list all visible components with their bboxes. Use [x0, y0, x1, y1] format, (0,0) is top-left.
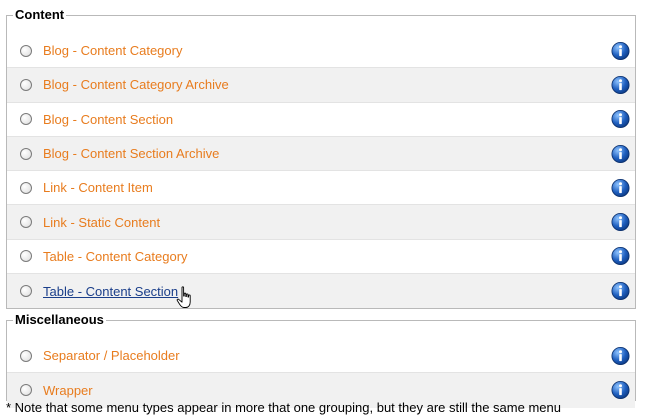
list-item-table-content-category[interactable]: Table - Content Category	[7, 239, 635, 275]
info-icon[interactable]	[611, 213, 630, 232]
list-item-separator-placeholder[interactable]: Separator / Placeholder	[7, 339, 635, 374]
info-icon[interactable]	[611, 144, 630, 163]
menu-type-link[interactable]: Wrapper	[43, 383, 93, 398]
content-group-legend: Content	[15, 7, 65, 22]
info-icon[interactable]	[611, 110, 630, 129]
list-item-blog-content-section[interactable]: Blog - Content Section	[7, 102, 635, 137]
list-item-table-content-section[interactable]: Table - Content Section	[7, 274, 635, 309]
menu-type-link[interactable]: Blog - Content Category	[43, 43, 182, 58]
radio-table-content-section[interactable]	[20, 285, 32, 298]
miscellaneous-group: Miscellaneous Separator / Placeholder Wr…	[6, 312, 636, 408]
menu-type-link[interactable]: Link - Static Content	[43, 215, 160, 230]
menu-type-link-hovered[interactable]: Table - Content Section	[43, 284, 178, 299]
info-icon[interactable]	[611, 41, 630, 60]
menu-type-link[interactable]: Blog - Content Section Archive	[43, 146, 219, 161]
menu-type-link[interactable]: Separator / Placeholder	[43, 348, 180, 363]
content-group: Content Blog - Content Category Blog - C…	[6, 8, 636, 309]
footnote: * Note that some menu types appear in mo…	[6, 400, 561, 415]
info-icon[interactable]	[611, 247, 630, 266]
list-item-blog-content-category-archive[interactable]: Blog - Content Category Archive	[7, 68, 635, 103]
menu-type-link[interactable]: Blog - Content Section	[43, 112, 173, 127]
info-icon[interactable]	[611, 282, 630, 301]
menu-type-link[interactable]: Link - Content Item	[43, 180, 153, 195]
radio-blog-content-section-archive[interactable]	[20, 147, 32, 160]
miscellaneous-group-list: Separator / Placeholder Wrapper	[7, 339, 635, 408]
miscellaneous-group-legend: Miscellaneous	[15, 312, 104, 327]
info-icon[interactable]	[611, 381, 630, 400]
menu-type-link[interactable]: Table - Content Category	[43, 249, 188, 264]
list-item-blog-content-category[interactable]: Blog - Content Category	[7, 34, 635, 69]
list-item-link-static-content[interactable]: Link - Static Content	[7, 205, 635, 240]
radio-blog-content-category-archive[interactable]	[20, 78, 32, 91]
menu-type-link[interactable]: Blog - Content Category Archive	[43, 77, 229, 92]
radio-link-static-content[interactable]	[20, 216, 32, 229]
content-group-list: Blog - Content Category Blog - Content C…	[7, 34, 635, 309]
list-item-blog-content-section-archive[interactable]: Blog - Content Section Archive	[7, 136, 635, 172]
list-item-link-content-item[interactable]: Link - Content Item	[7, 171, 635, 206]
radio-blog-content-category[interactable]	[20, 44, 32, 57]
radio-table-content-category[interactable]	[20, 250, 32, 263]
radio-wrapper[interactable]	[20, 384, 32, 397]
radio-blog-content-section[interactable]	[20, 113, 32, 126]
radio-separator-placeholder[interactable]	[20, 349, 32, 362]
info-icon[interactable]	[611, 75, 630, 94]
radio-link-content-item[interactable]	[20, 181, 32, 194]
info-icon[interactable]	[611, 346, 630, 365]
info-icon[interactable]	[611, 178, 630, 197]
